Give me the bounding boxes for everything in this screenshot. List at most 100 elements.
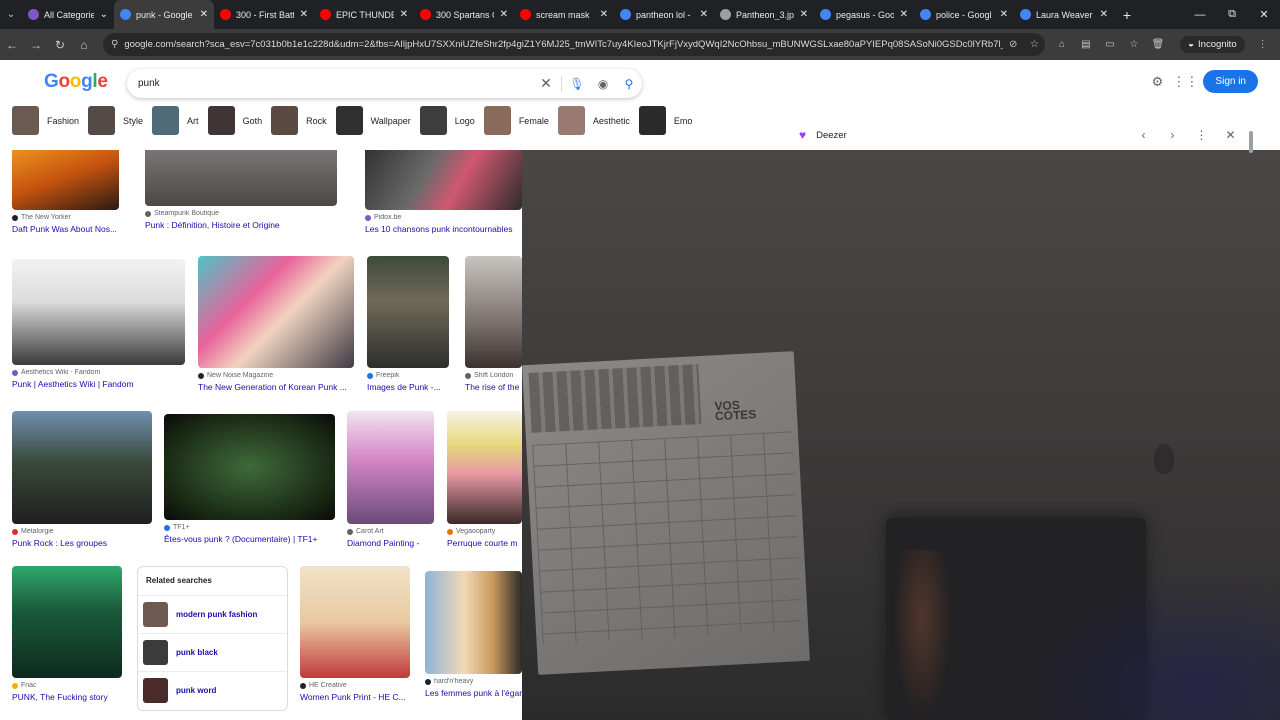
tab-close-icon[interactable]: ✕ [700, 9, 708, 20]
eye-off-icon[interactable]: ⊘ [1003, 39, 1024, 50]
home-icon[interactable]: ⌂ [72, 29, 96, 60]
filter-chip[interactable]: Aesthetic [557, 106, 630, 135]
result-image[interactable] [347, 411, 434, 524]
result-image[interactable] [145, 150, 337, 206]
result-image[interactable] [447, 411, 522, 524]
tab-dropdown-icon[interactable]: ⌄ [100, 9, 108, 20]
tab[interactable]: Pantheon_3.jpg ✕ [714, 0, 814, 29]
filter-chip[interactable]: Wallpaper [335, 106, 411, 135]
forward-icon[interactable]: → [24, 29, 48, 60]
result-title[interactable]: Punk Rock : Les groupes [12, 538, 152, 548]
related-label[interactable]: punk word [176, 686, 216, 695]
result-image[interactable] [367, 256, 449, 368]
result-card[interactable]: The New Yorker Daft Punk Was About Nos..… [12, 150, 119, 234]
sidepanel-icon[interactable]: ▭ [1098, 39, 1122, 50]
bookmark-star-icon[interactable]: ☆ [1024, 39, 1045, 50]
site-info-icon[interactable]: ⚲ [111, 39, 118, 50]
result-title[interactable]: Women Punk Print - HE C... [300, 692, 410, 702]
related-item[interactable]: punk word [138, 671, 287, 709]
related-item[interactable]: modern punk fashion [138, 595, 287, 633]
result-title[interactable]: Punk | Aesthetics Wiki | Fandom [12, 379, 185, 389]
reading-mode-icon[interactable]: ▤ [1074, 39, 1098, 50]
result-card[interactable]: Steampunk Boutique Punk : Définition, Hi… [145, 150, 337, 230]
result-title[interactable]: Perruque courte m [447, 538, 522, 548]
result-card[interactable]: Freepik Images de Punk -... [367, 256, 449, 392]
mic-icon[interactable]: 🎙 [564, 77, 590, 91]
related-label[interactable]: modern punk fashion [176, 610, 257, 619]
tab[interactable]: pantheon lol - ✕ [614, 0, 714, 29]
result-card[interactable]: HE Creative Women Punk Print - HE C... [300, 566, 410, 702]
result-image[interactable] [198, 256, 354, 368]
sign-in-button[interactable]: Sign in [1203, 70, 1258, 93]
new-tab-button[interactable]: + [1114, 0, 1140, 29]
close-window-icon[interactable]: ✕ [1248, 0, 1280, 29]
deezer-popup[interactable]: ♥ Deezer ‹ › ⋮ ✕ [787, 120, 1245, 150]
delete-icon[interactable]: 🗑 [1146, 39, 1170, 50]
menu-icon[interactable]: ⋮ [1251, 39, 1275, 50]
result-title[interactable]: Les 10 chansons punk incontournables [365, 224, 522, 234]
filter-chip[interactable]: Female [483, 106, 549, 135]
tab[interactable]: EPIC THUNDER ✕ [314, 0, 414, 29]
filter-chip[interactable]: Emo [638, 106, 692, 135]
restore-icon[interactable]: ⧉ [1216, 0, 1248, 29]
tab-close-icon[interactable]: ✕ [1100, 9, 1108, 20]
tab[interactable]: All Categories ⌄ [22, 0, 114, 29]
tab[interactable]: Laura Weaver ✕ [1014, 0, 1114, 29]
clear-icon[interactable]: ✕ [533, 75, 559, 92]
tab-close-icon[interactable]: ✕ [600, 9, 608, 20]
filter-chip[interactable]: Rock [271, 106, 327, 135]
previous-icon[interactable]: ‹ [1129, 128, 1158, 142]
incognito-badge[interactable]: ◒ Incognito [1180, 36, 1245, 53]
scrollbar-thumb[interactable] [1249, 131, 1253, 153]
result-card[interactable]: Carot Art Diamond Painting - [347, 411, 434, 548]
tab-search-icon[interactable]: ⌄ [0, 0, 22, 29]
settings-icon[interactable]: ⚙ [1143, 74, 1171, 90]
result-image[interactable] [465, 256, 522, 368]
result-title[interactable]: Êtes-vous punk ? (Documentaire) | TF1+ [164, 534, 335, 544]
back-icon[interactable]: ← [0, 29, 24, 60]
tab-close-icon[interactable]: ✕ [1000, 9, 1008, 20]
result-card[interactable]: Fnac PUNK, The Fucking story [12, 566, 122, 702]
result-card[interactable]: Vegaooparty Perruque courte m [447, 411, 522, 548]
tab[interactable]: pegasus - Goo ✕ [814, 0, 914, 29]
related-label[interactable]: punk black [176, 648, 218, 657]
result-title[interactable]: Daft Punk Was About Nos... [12, 224, 119, 234]
result-image[interactable] [164, 414, 335, 520]
bookmarks-icon[interactable]: ☆ [1122, 39, 1146, 50]
filter-chip[interactable]: Logo [419, 106, 475, 135]
filter-chip[interactable]: Art [152, 106, 199, 135]
result-card[interactable]: Aesthetics Wiki - Fandom Punk | Aestheti… [12, 259, 185, 389]
search-icon[interactable]: ⚲ [616, 77, 642, 91]
url-text[interactable]: google.com/search?sca_esv=7c031b0b1e1c22… [124, 39, 1002, 50]
tab-close-icon[interactable]: ✕ [800, 9, 808, 20]
result-image[interactable] [12, 150, 119, 210]
result-title[interactable]: The New Generation of Korean Punk ... [198, 382, 354, 392]
tab-close-icon[interactable]: ✕ [900, 9, 908, 20]
related-item[interactable]: punk black [138, 633, 287, 671]
more-icon[interactable]: ⋮ [1187, 128, 1216, 142]
result-card[interactable]: TF1+ Êtes-vous punk ? (Documentaire) | T… [164, 414, 335, 544]
result-title[interactable]: Diamond Painting - [347, 538, 434, 548]
address-bar[interactable]: ⚲ google.com/search?sca_esv=7c031b0b1e1c… [103, 33, 1045, 56]
result-title[interactable]: Les femmes punk à l'égard [425, 688, 522, 698]
tab[interactable]: scream mask ✕ [514, 0, 614, 29]
close-icon[interactable]: ✕ [1216, 128, 1245, 142]
tab[interactable]: 300 - First Batt ✕ [214, 0, 314, 29]
result-image[interactable] [12, 566, 122, 678]
tab[interactable]: 300 Spartans C ✕ [414, 0, 514, 29]
tab[interactable]: punk - Google ✕ [114, 0, 214, 29]
result-card[interactable]: Pidox.be Les 10 chansons punk incontourn… [365, 150, 522, 234]
result-card[interactable]: hard'n'heavy Les femmes punk à l'égard [425, 571, 522, 698]
reload-icon[interactable]: ↻ [48, 29, 72, 60]
result-image[interactable] [300, 566, 410, 678]
apps-grid-icon[interactable]: ⋮⋮ [1171, 74, 1199, 90]
google-logo[interactable]: Google [44, 71, 108, 93]
tab-close-icon[interactable]: ✕ [400, 9, 408, 20]
minimize-icon[interactable]: — [1184, 0, 1216, 29]
tab-close-icon[interactable]: ✕ [200, 9, 208, 20]
filter-chip[interactable]: Goth [207, 106, 262, 135]
filter-chip[interactable]: Style [88, 106, 143, 135]
result-image[interactable] [425, 571, 522, 674]
result-image[interactable] [12, 411, 152, 524]
next-icon[interactable]: › [1158, 128, 1187, 142]
